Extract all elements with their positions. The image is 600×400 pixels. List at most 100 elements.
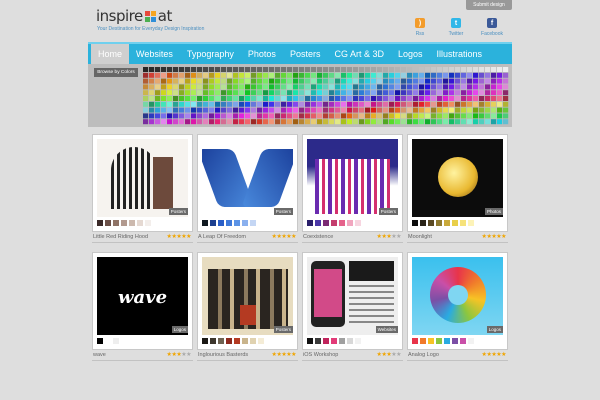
color-swatch[interactable] <box>281 107 287 113</box>
color-swatch[interactable] <box>431 119 437 125</box>
color-swatch[interactable] <box>353 96 359 101</box>
color-swatch[interactable] <box>359 72 365 78</box>
gallery-card[interactable]: Posters Inglourious Basterds ★★★★★ <box>197 252 298 365</box>
color-swatch[interactable] <box>155 113 161 119</box>
color-swatch[interactable] <box>329 119 335 125</box>
color-swatch[interactable] <box>419 119 425 125</box>
color-swatch[interactable] <box>287 90 293 96</box>
color-swatch[interactable] <box>299 113 305 119</box>
color-swatch[interactable] <box>317 67 323 72</box>
color-swatch[interactable] <box>449 96 455 101</box>
palette-swatch[interactable] <box>153 220 159 226</box>
color-swatch[interactable] <box>491 67 497 72</box>
color-swatch[interactable] <box>431 101 437 107</box>
color-swatch[interactable] <box>215 67 221 72</box>
color-swatch[interactable] <box>233 101 239 107</box>
thumbnail-frame[interactable]: Logos <box>407 252 508 350</box>
color-swatch[interactable] <box>413 107 419 113</box>
color-swatch[interactable] <box>251 78 257 84</box>
color-swatch[interactable] <box>407 90 413 96</box>
palette-swatch[interactable] <box>363 220 369 226</box>
color-swatch[interactable] <box>209 84 215 90</box>
color-swatch[interactable] <box>197 67 203 72</box>
color-swatch[interactable] <box>281 101 287 107</box>
social-twitter[interactable]: t Twitter <box>436 18 476 37</box>
thumbnail-image[interactable] <box>307 139 398 217</box>
color-swatch[interactable] <box>185 78 191 84</box>
color-swatch[interactable] <box>197 72 203 78</box>
color-swatch[interactable] <box>353 119 359 125</box>
color-swatch[interactable] <box>377 72 383 78</box>
color-swatch[interactable] <box>353 113 359 119</box>
color-swatch[interactable] <box>407 78 413 84</box>
color-swatch[interactable] <box>143 96 149 101</box>
color-swatch[interactable] <box>437 96 443 101</box>
color-swatch[interactable] <box>155 72 161 78</box>
color-swatch[interactable] <box>419 72 425 78</box>
color-swatch[interactable] <box>461 119 467 125</box>
color-swatch[interactable] <box>299 90 305 96</box>
color-swatch[interactable] <box>467 113 473 119</box>
thumbnail-image[interactable]: wave <box>97 257 188 335</box>
color-swatch[interactable] <box>473 78 479 84</box>
color-swatch[interactable] <box>335 107 341 113</box>
color-swatch[interactable] <box>197 96 203 101</box>
color-swatch[interactable] <box>455 90 461 96</box>
color-swatch[interactable] <box>359 90 365 96</box>
color-swatch[interactable] <box>431 107 437 113</box>
color-swatch[interactable] <box>425 107 431 113</box>
color-swatch[interactable] <box>203 67 209 72</box>
color-swatch[interactable] <box>233 113 239 119</box>
color-swatch[interactable] <box>443 72 449 78</box>
color-swatch[interactable] <box>203 84 209 90</box>
color-swatch[interactable] <box>407 107 413 113</box>
color-swatch[interactable] <box>143 113 149 119</box>
color-swatch[interactable] <box>161 90 167 96</box>
color-swatch[interactable] <box>425 67 431 72</box>
color-swatch[interactable] <box>461 101 467 107</box>
color-swatch[interactable] <box>371 90 377 96</box>
palette-swatch[interactable] <box>307 220 313 226</box>
palette-swatch[interactable] <box>258 220 264 226</box>
color-swatch[interactable] <box>485 113 491 119</box>
color-swatch[interactable] <box>155 107 161 113</box>
color-swatch[interactable] <box>269 96 275 101</box>
color-swatch[interactable] <box>485 72 491 78</box>
nav-cg-art[interactable]: CG Art & 3D <box>327 44 391 64</box>
color-swatch[interactable] <box>263 113 269 119</box>
color-swatch[interactable] <box>281 72 287 78</box>
card-title[interactable]: Little Red Riding Hood <box>93 234 155 240</box>
color-swatch[interactable] <box>293 101 299 107</box>
nav-illustrations[interactable]: Illustrations <box>430 44 490 64</box>
color-swatch[interactable] <box>377 107 383 113</box>
color-swatch[interactable] <box>419 96 425 101</box>
color-swatch[interactable] <box>245 84 251 90</box>
color-swatch[interactable] <box>185 107 191 113</box>
color-swatch[interactable] <box>431 96 437 101</box>
color-swatch[interactable] <box>161 96 167 101</box>
color-swatch[interactable] <box>449 119 455 125</box>
color-swatch[interactable] <box>335 101 341 107</box>
thumbnail-frame[interactable]: Posters <box>197 134 298 232</box>
color-swatch[interactable] <box>179 78 185 84</box>
star-icon[interactable]: ★ <box>501 234 506 240</box>
color-swatch[interactable] <box>347 67 353 72</box>
palette-swatch[interactable] <box>468 338 474 344</box>
palette-swatch[interactable] <box>420 338 426 344</box>
rating-stars[interactable]: ★★★★★ <box>167 233 192 240</box>
thumbnail-image[interactable] <box>202 139 293 217</box>
color-swatch[interactable] <box>401 107 407 113</box>
color-swatch[interactable] <box>209 96 215 101</box>
color-swatch[interactable] <box>275 96 281 101</box>
color-swatch[interactable] <box>251 72 257 78</box>
color-swatch[interactable] <box>491 84 497 90</box>
color-swatch[interactable] <box>497 78 503 84</box>
color-swatch[interactable] <box>341 96 347 101</box>
color-swatch[interactable] <box>317 113 323 119</box>
color-swatch[interactable] <box>161 101 167 107</box>
color-swatch[interactable] <box>479 78 485 84</box>
color-swatch[interactable] <box>395 67 401 72</box>
color-swatch[interactable] <box>383 101 389 107</box>
palette-swatch[interactable] <box>137 220 143 226</box>
color-swatch[interactable] <box>263 84 269 90</box>
